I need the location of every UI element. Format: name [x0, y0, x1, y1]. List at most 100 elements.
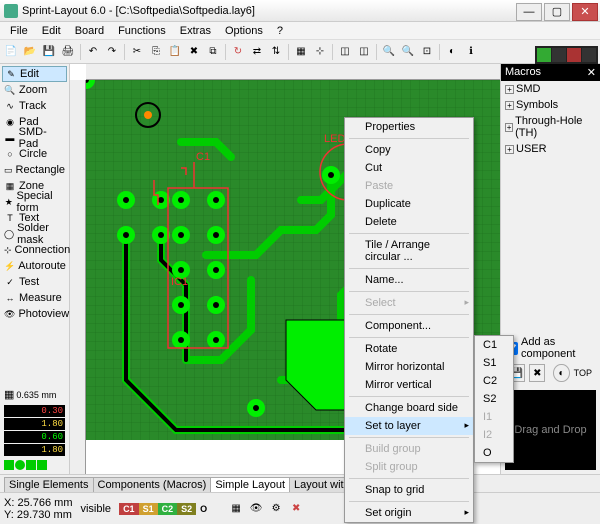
mt-layer4-icon[interactable] [582, 48, 596, 62]
tb-print-icon[interactable]: 🖨 [59, 43, 77, 61]
tb-paste-icon[interactable]: 📋 [166, 43, 184, 61]
sb-x-icon[interactable]: ✖ [287, 500, 305, 518]
tb-group-icon[interactable]: ◫ [336, 43, 354, 61]
ctx-rotate[interactable]: Rotate [345, 340, 473, 358]
tb-delete-icon[interactable]: ✖ [185, 43, 203, 61]
tb-zoom2-icon[interactable]: 🔍 [399, 43, 417, 61]
menu-board[interactable]: Board [69, 23, 110, 39]
menu-edit[interactable]: Edit [36, 23, 67, 39]
layer-chip-s1[interactable]: S1 [139, 503, 158, 515]
tb-save-icon[interactable]: 💾 [40, 43, 58, 61]
layer-chip-c1[interactable]: C1 [119, 503, 139, 515]
tb-redo-icon[interactable]: ↷ [103, 43, 121, 61]
ctx-select: Select [345, 294, 473, 312]
ctx-mirror-horizontal[interactable]: Mirror horizontal [345, 358, 473, 376]
ctx-tile-arrange-circular-[interactable]: Tile / Arrange circular ... [345, 236, 473, 266]
grid-size[interactable]: 0.635 mm [16, 390, 56, 400]
tb-mirror-v-icon[interactable]: ⇅ [267, 43, 285, 61]
app-icon [4, 4, 18, 18]
tool-autoroute[interactable]: ⚡Autoroute [2, 258, 67, 274]
ctx-mirror-vertical[interactable]: Mirror vertical [345, 376, 473, 394]
tree-smd[interactable]: +SMD [501, 81, 600, 97]
ctx-delete[interactable]: Delete [345, 213, 473, 231]
ctx-copy[interactable]: Copy [345, 141, 473, 159]
tree-th[interactable]: +Through-Hole (TH) [501, 113, 600, 141]
tab-simple[interactable]: Simple Layout [210, 477, 290, 492]
tab-single[interactable]: Single Elements [4, 477, 94, 492]
ctx-change-board-side[interactable]: Change board side [345, 399, 473, 417]
sb-eye-icon[interactable]: 👁 [247, 500, 265, 518]
ctx-name-[interactable]: Name... [345, 271, 473, 289]
tool-smd-pad[interactable]: ▬SMD-Pad [2, 130, 67, 146]
menu-options[interactable]: Options [219, 23, 269, 39]
ctx-component-[interactable]: Component... [345, 317, 473, 335]
menu-help[interactable]: ? [271, 23, 289, 39]
ctx-duplicate[interactable]: Duplicate [345, 195, 473, 213]
sub-s2[interactable]: S2 [475, 390, 513, 408]
menu-file[interactable]: File [4, 23, 34, 39]
tool-photoview[interactable]: 👁Photoview [2, 306, 67, 322]
tb-cut-icon[interactable]: ✂ [128, 43, 146, 61]
ctx-cut[interactable]: Cut [345, 159, 473, 177]
tb-fit-icon[interactable]: ⊡ [418, 43, 436, 61]
ctx-set-to-layer[interactable]: Set to layer [345, 417, 473, 435]
menubar: File Edit Board Functions Extras Options… [0, 22, 600, 40]
ctx-properties[interactable]: Properties [345, 118, 473, 136]
tb-info-icon[interactable]: ℹ [462, 43, 480, 61]
sub-o[interactable]: O [475, 444, 513, 462]
tb-transparent-icon[interactable]: ◐ [443, 43, 461, 61]
tb-duplicate-icon[interactable]: ⧉ [204, 43, 222, 61]
tb-copy-icon[interactable]: ⎘ [147, 43, 165, 61]
tb-snap-icon[interactable]: ⊹ [311, 43, 329, 61]
sb-layer-icon[interactable]: ▦ [227, 500, 245, 518]
sub-c1[interactable]: C1 [475, 336, 513, 354]
tool-solder-mask[interactable]: ◯Solder mask [2, 226, 67, 242]
tree-user[interactable]: +USER [501, 141, 600, 157]
sub-c2[interactable]: C2 [475, 372, 513, 390]
tb-new-icon[interactable]: 📄 [2, 43, 20, 61]
menu-functions[interactable]: Functions [112, 23, 172, 39]
tb-ungroup-icon[interactable]: ◫ [355, 43, 373, 61]
tab-components[interactable]: Components (Macros) [93, 477, 212, 492]
tool-rectangle[interactable]: ▭Rectangle [2, 162, 67, 178]
tb-open-icon[interactable]: 📂 [21, 43, 39, 61]
layer-chip-s2[interactable]: S2 [177, 503, 196, 515]
sb-gear-icon[interactable]: ⚙ [267, 500, 285, 518]
tool-track[interactable]: ∿Track [2, 98, 67, 114]
tool-measure[interactable]: ↔Measure [2, 290, 67, 306]
layer-chip-o[interactable]: O [196, 503, 211, 515]
tool-edit[interactable]: ✎Edit [2, 66, 67, 82]
tb-align-icon[interactable]: ▦ [292, 43, 310, 61]
tool-zoom[interactable]: 🔍Zoom [2, 82, 67, 98]
pad-shape-3-icon[interactable] [26, 460, 36, 470]
mt-layer2-icon[interactable] [552, 48, 566, 62]
add-as-component-checkbox[interactable]: Add as component [505, 336, 596, 360]
maximize-button[interactable]: ▢ [544, 3, 570, 21]
menu-extras[interactable]: Extras [174, 23, 217, 39]
sub-s1[interactable]: S1 [475, 354, 513, 372]
pad-shape-4-icon[interactable] [37, 460, 47, 470]
tool-test[interactable]: ✓Test [2, 274, 67, 290]
titlebar: Sprint-Layout 6.0 - [C:\Softpedia\Softpe… [0, 0, 600, 22]
ri-delete-icon[interactable]: ✖ [529, 364, 545, 382]
tb-undo-icon[interactable]: ↶ [84, 43, 102, 61]
macros-close-icon[interactable]: ✕ [587, 66, 596, 79]
tool-connections[interactable]: ⊹Connections [2, 242, 67, 258]
mt-layer1-icon[interactable] [537, 48, 551, 62]
label-c1: C1 [196, 151, 210, 163]
ctx-snap-to-grid[interactable]: Snap to grid [345, 481, 473, 499]
close-button[interactable]: ✕ [572, 3, 598, 21]
tree-symbols[interactable]: +Symbols [501, 97, 600, 113]
tb-rotate-icon[interactable]: ↻ [229, 43, 247, 61]
pad-shape-1-icon[interactable] [4, 460, 14, 470]
pad-shape-2-icon[interactable] [15, 460, 25, 470]
tool-special-form[interactable]: ★Special form [2, 194, 67, 210]
mt-layer3-icon[interactable] [567, 48, 581, 62]
ruler-horizontal [86, 64, 500, 80]
layer-chip-c2[interactable]: C2 [158, 503, 178, 515]
ri-flip-icon[interactable]: ◐ [553, 364, 569, 382]
minimize-button[interactable]: — [516, 3, 542, 21]
tb-zoom-icon[interactable]: 🔍 [380, 43, 398, 61]
sub-i1: I1 [475, 408, 513, 426]
tb-mirror-h-icon[interactable]: ⇄ [248, 43, 266, 61]
